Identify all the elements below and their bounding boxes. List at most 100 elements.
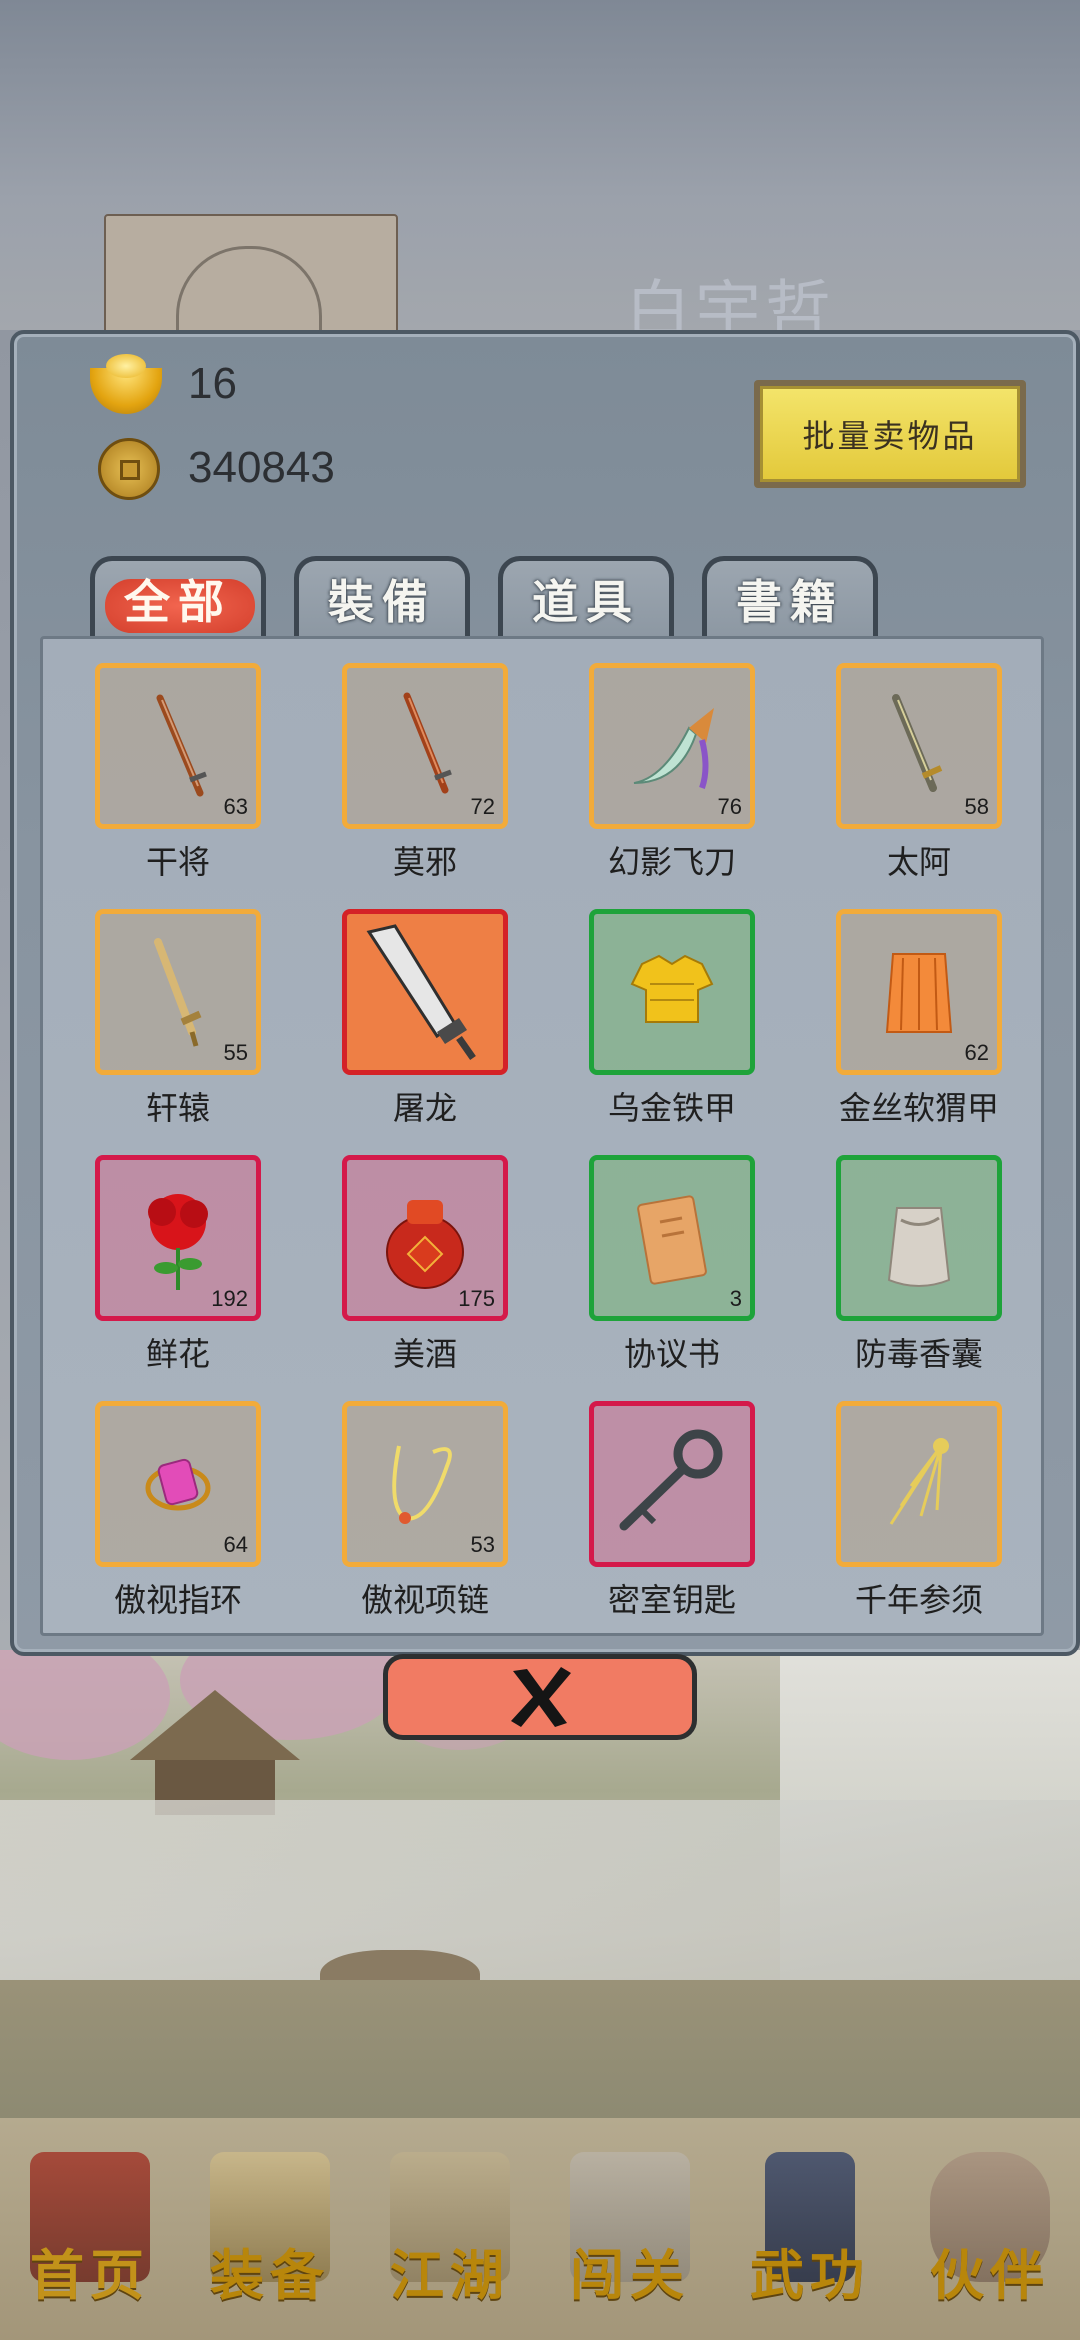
item-slot[interactable]: 64: [95, 1401, 261, 1567]
item-name: 协议书: [623, 1335, 720, 1373]
armor-icon: [630, 954, 714, 1023]
nav-companions[interactable]: 伙伴: [900, 2118, 1080, 2340]
item-cell[interactable]: 58 太阿: [836, 663, 1002, 883]
item-cell[interactable]: 屠龙: [342, 909, 508, 1129]
copper-coin-icon: [90, 438, 162, 500]
item-cell[interactable]: 乌金铁甲: [589, 909, 755, 1129]
batch-sell-label: 批量卖物品: [760, 386, 1020, 482]
item-count: 175: [458, 1286, 495, 1311]
nav-label: 武功: [750, 2243, 870, 2307]
item-name: 轩辕: [145, 1089, 210, 1127]
item-slot[interactable]: 76: [589, 663, 755, 829]
tab-label: 全部: [124, 574, 232, 629]
item-name: 幻影飞刀: [607, 843, 736, 881]
inventory-panel: 16 340843 批量卖物品 全部 裝備 道具 書籍 63 干将 72 莫邪 …: [10, 330, 1080, 1656]
item-cell[interactable]: 175 美酒: [342, 1155, 508, 1375]
character-portrait: [104, 214, 398, 348]
copper-coin-row: 340843: [90, 438, 335, 500]
category-tabs: 全部 裝備 道具 書籍: [90, 556, 906, 636]
tab-all[interactable]: 全部: [90, 556, 266, 636]
tab-label: 書籍: [736, 574, 844, 629]
item-cell[interactable]: 55 轩辕: [95, 909, 261, 1129]
bottom-navigation: 首页 装备 江湖 闯关 武功 伙伴: [0, 2118, 1080, 2340]
key-icon: [619, 1429, 723, 1531]
nav-jianghu[interactable]: 江湖: [360, 2118, 540, 2340]
item-count: 64: [223, 1532, 248, 1557]
nav-label: 江湖: [390, 2243, 510, 2307]
gold-ingot-count: 16: [188, 359, 237, 408]
item-slot[interactable]: [589, 909, 755, 1075]
item-grid: 63 干将 72 莫邪 76 幻影飞刀 58 太阿 55 轩辕 屠龙 乌金铁甲 …: [40, 636, 1044, 1636]
item-slot[interactable]: [342, 909, 508, 1075]
nav-label: 伙伴: [930, 2243, 1050, 2307]
nav-challenge[interactable]: 闯关: [540, 2118, 720, 2340]
nav-equipment[interactable]: 装备: [180, 2118, 360, 2340]
item-cell[interactable]: 64 傲视指环: [95, 1401, 261, 1621]
item-name: 金丝软猬甲: [838, 1089, 999, 1127]
nav-home[interactable]: 首页: [0, 2118, 180, 2340]
nav-martial-arts[interactable]: 武功: [720, 2118, 900, 2340]
item-cell[interactable]: 192 鲜花: [95, 1155, 261, 1375]
item-slot[interactable]: 55: [95, 909, 261, 1075]
document-icon: [637, 1195, 707, 1285]
item-name: 鲜花: [145, 1335, 210, 1373]
item-name: 美酒: [392, 1335, 457, 1373]
tab-books[interactable]: 書籍: [702, 556, 878, 636]
item-name: 傲视项链: [360, 1581, 489, 1619]
item-slot[interactable]: 58: [836, 663, 1002, 829]
nav-label: 首页: [30, 2243, 150, 2307]
item-count: 3: [729, 1286, 742, 1311]
item-name: 莫邪: [392, 843, 457, 881]
tab-label: 裝備: [328, 574, 436, 629]
item-name: 傲视指环: [113, 1581, 242, 1619]
item-cell[interactable]: 3 协议书: [589, 1155, 755, 1375]
item-count: 55: [223, 1040, 248, 1065]
item-count: 72: [470, 794, 495, 819]
item-slot[interactable]: 63: [95, 663, 261, 829]
tab-equipment[interactable]: 裝備: [294, 556, 470, 636]
item-cell[interactable]: 62 金丝软猬甲: [836, 909, 1002, 1129]
item-cell[interactable]: 72 莫邪: [342, 663, 508, 883]
item-name: 屠龙: [392, 1089, 457, 1127]
item-name: 太阿: [886, 843, 951, 881]
close-icon: [511, 1667, 571, 1727]
item-name: 干将: [145, 843, 210, 881]
tab-label: 道具: [532, 574, 640, 629]
item-count: 53: [470, 1532, 495, 1557]
item-slot[interactable]: 175: [342, 1155, 508, 1321]
sachet-icon: [887, 1207, 951, 1287]
item-name: 乌金铁甲: [607, 1089, 736, 1127]
close-button[interactable]: [383, 1654, 697, 1740]
item-slot[interactable]: [836, 1401, 1002, 1567]
item-count: 63: [223, 794, 248, 819]
item-count: 76: [717, 794, 742, 819]
gold-ingot-icon: [90, 354, 162, 414]
item-slot[interactable]: [589, 1401, 755, 1567]
item-slot[interactable]: 3: [589, 1155, 755, 1321]
item-slot[interactable]: 62: [836, 909, 1002, 1075]
item-count: 192: [211, 1286, 248, 1311]
broadsword-icon: [366, 924, 476, 1061]
item-cell[interactable]: 密室钥匙: [589, 1401, 755, 1621]
item-name: 千年参须: [854, 1581, 983, 1619]
item-slot[interactable]: [836, 1155, 1002, 1321]
item-count: 62: [964, 1040, 989, 1065]
item-cell[interactable]: 76 幻影飞刀: [589, 663, 755, 883]
item-count: 58: [964, 794, 989, 819]
copper-coin-count: 340843: [188, 443, 335, 492]
item-cell[interactable]: 防毒香囊: [836, 1155, 1002, 1375]
item-slot[interactable]: 53: [342, 1401, 508, 1567]
item-slot[interactable]: 192: [95, 1155, 261, 1321]
ginseng-icon: [889, 1438, 949, 1525]
batch-sell-button[interactable]: 批量卖物品: [754, 380, 1026, 488]
item-name: 防毒香囊: [854, 1335, 983, 1373]
nav-label: 装备: [210, 2243, 330, 2307]
tab-props[interactable]: 道具: [498, 556, 674, 636]
nav-label: 闯关: [570, 2243, 690, 2307]
item-slot[interactable]: 72: [342, 663, 508, 829]
item-cell[interactable]: 63 干将: [95, 663, 261, 883]
item-cell[interactable]: 千年参须: [836, 1401, 1002, 1621]
gold-ingot-row: 16: [90, 354, 237, 414]
item-name: 密室钥匙: [607, 1581, 736, 1619]
item-cell[interactable]: 53 傲视项链: [342, 1401, 508, 1621]
